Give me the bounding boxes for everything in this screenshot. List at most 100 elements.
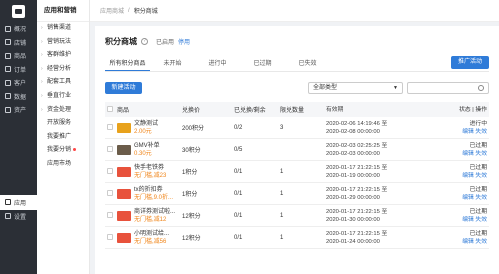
limit-cell: 3 (280, 124, 284, 131)
disable-link[interactable]: 停用 (178, 37, 190, 46)
status-badge: 已过期 (469, 186, 487, 193)
settings-icon (5, 213, 11, 220)
goods-name[interactable]: GMV补单 (134, 142, 160, 150)
status-badge: 已过期 (469, 230, 487, 237)
table-row: tx的折扣券 无门槛,9.0折... 1积分 0/1 1 2020-01-17 … (105, 183, 489, 205)
header-cost: 兑换价 (182, 108, 201, 114)
main-nav: 概况 店铺 商品 订单 客户 数据 资产 应用 设置 (0, 0, 37, 274)
count-cell: 0/1 (234, 190, 243, 197)
goods-name[interactable]: tx的折扣券 (134, 186, 173, 194)
apps-icon (5, 199, 11, 205)
tab-expired[interactable]: 已过期 (240, 58, 285, 71)
cost-cell: 12积分 (182, 214, 201, 220)
search-input[interactable] (407, 82, 489, 94)
table-header: 商品 兑换价 已兑换/剩余 限兑数量 有效期 状态 | 操作 (105, 102, 489, 117)
goods-thumbnail (117, 144, 131, 155)
nav-item-assets[interactable]: 资产 (0, 103, 37, 117)
row-actions[interactable]: 编辑 失效 (427, 150, 487, 158)
nav-item-settings[interactable]: 设置 (0, 210, 37, 224)
new-activity-button[interactable]: 新建活动 (105, 82, 142, 94)
goods-name[interactable]: 小明测试给... (134, 230, 169, 238)
nav-item-orders[interactable]: 订单 (0, 63, 37, 77)
subnav-item[interactable]: › 垂直行业 (37, 90, 89, 104)
chevron-right-icon: › (41, 52, 43, 59)
header-goods: 商品 (117, 108, 130, 114)
subnav-item[interactable]: 开放服务 (37, 117, 89, 131)
type-select[interactable]: 全部类型 ▼ (308, 82, 403, 94)
tab-all[interactable]: 所有积分商品 (105, 58, 150, 71)
nav-item-overview[interactable]: 概况 (0, 22, 37, 36)
row-checkbox[interactable] (107, 123, 113, 130)
table-row: 文静测试 2.00元 200积分 0/2 3 2020-02-06 14:19:… (105, 117, 489, 139)
row-actions[interactable]: 编辑 失效 (427, 216, 487, 224)
status-text: 已启用 (156, 40, 175, 46)
goods-thumbnail (117, 122, 131, 133)
row-checkbox[interactable] (107, 189, 113, 196)
row-actions[interactable]: 编辑 失效 (427, 194, 487, 202)
subnav-item[interactable]: › 销售渠道 (37, 22, 89, 36)
sub-nav: 应用和营销 › 销售渠道 › 营销玩法 › 客群维护 › 经营分析 › 配套工具 › 垂直行… (37, 0, 90, 274)
goods-name[interactable]: 快手老铁券 (134, 164, 166, 172)
nav-item-store[interactable]: 店铺 (0, 36, 37, 50)
goods-name[interactable]: 文静测试 (134, 120, 158, 128)
row-checkbox[interactable] (107, 145, 113, 152)
row-checkbox[interactable] (107, 167, 113, 174)
subnav-item[interactable]: › 营销玩法 (37, 36, 89, 50)
header-limit: 限兑数量 (280, 108, 305, 114)
tab-not-started[interactable]: 未开始 (150, 58, 195, 71)
row-actions[interactable]: 编辑 失效 (427, 238, 487, 246)
goods-name[interactable]: 商详券测试啦... (134, 208, 175, 216)
subnav-item[interactable]: › 经营分析 (37, 63, 89, 77)
page-title: 积分商城 (105, 37, 137, 46)
select-all-checkbox[interactable] (107, 105, 113, 112)
row-checkbox[interactable] (107, 211, 113, 218)
limit-cell: 1 (280, 168, 284, 175)
nav-item-goods[interactable]: 商品 (0, 49, 37, 63)
goods-thumbnail (117, 232, 131, 243)
tab-bar: 所有积分商品 未开始 进行中 已过期 已失效 (105, 58, 489, 72)
row-actions[interactable]: 编辑 失效 (427, 128, 487, 136)
header-count: 已兑换/剩余 (234, 108, 266, 114)
nav-item-data[interactable]: 数据 (0, 90, 37, 104)
info-icon[interactable]: ? (141, 38, 148, 45)
breadcrumb-parent[interactable]: 应用商城 (100, 6, 124, 15)
subnav-item[interactable]: › 客群维护 (37, 49, 89, 63)
limit-cell: 1 (280, 212, 284, 219)
chevron-right-icon: › (41, 79, 43, 86)
breadcrumb-current: 积分商城 (133, 9, 158, 15)
promo-button[interactable]: 推广活动 (451, 56, 489, 69)
count-cell: 0/2 (234, 124, 243, 131)
goods-subtitle: 0.30元 (134, 150, 152, 157)
count-cell: 0/1 (234, 212, 243, 219)
asset-icon (5, 106, 11, 113)
tab-invalid[interactable]: 已失效 (285, 58, 330, 71)
goods-thumbnail (117, 188, 131, 199)
cost-cell: 200积分 (182, 126, 205, 132)
status-badge: 已过期 (469, 164, 487, 171)
header-ops: 状态 | 操作 (459, 106, 487, 113)
logo[interactable] (0, 0, 37, 22)
row-checkbox[interactable] (107, 233, 113, 240)
nav-item-apps[interactable]: 应用 (0, 194, 37, 210)
subnav-item[interactable]: 我要分销 (37, 144, 89, 158)
cost-cell: 1积分 (182, 192, 198, 198)
subnav-item[interactable]: › 配套工具 (37, 76, 89, 90)
goods-table: 商品 兑换价 已兑换/剩余 限兑数量 有效期 状态 | 操作 文静测试 2.00… (105, 102, 489, 249)
valid-to: 2020-01-30 00:00:00 (326, 216, 380, 223)
chevron-right-icon: › (41, 106, 43, 113)
row-actions[interactable]: 编辑 失效 (427, 172, 487, 180)
subnav-item[interactable]: 应用市场 (37, 158, 89, 172)
chevron-right-icon: › (41, 38, 43, 45)
chevron-right-icon: › (41, 65, 43, 72)
subnav-item[interactable]: › 资金处理 (37, 104, 89, 118)
logo-icon (12, 4, 25, 18)
valid-to: 2020-01-24 00:00:00 (326, 238, 380, 245)
tab-in-progress[interactable]: 进行中 (195, 58, 240, 71)
chevron-right-icon: › (41, 25, 43, 31)
subnav-item[interactable]: 我要推广 (37, 131, 89, 145)
valid-from: 2020-01-17 21:22:15 至 (326, 164, 388, 171)
count-cell: 0/1 (234, 234, 243, 241)
store-icon (5, 39, 11, 46)
count-cell: 0/1 (234, 168, 243, 175)
nav-item-customers[interactable]: 客户 (0, 76, 37, 90)
